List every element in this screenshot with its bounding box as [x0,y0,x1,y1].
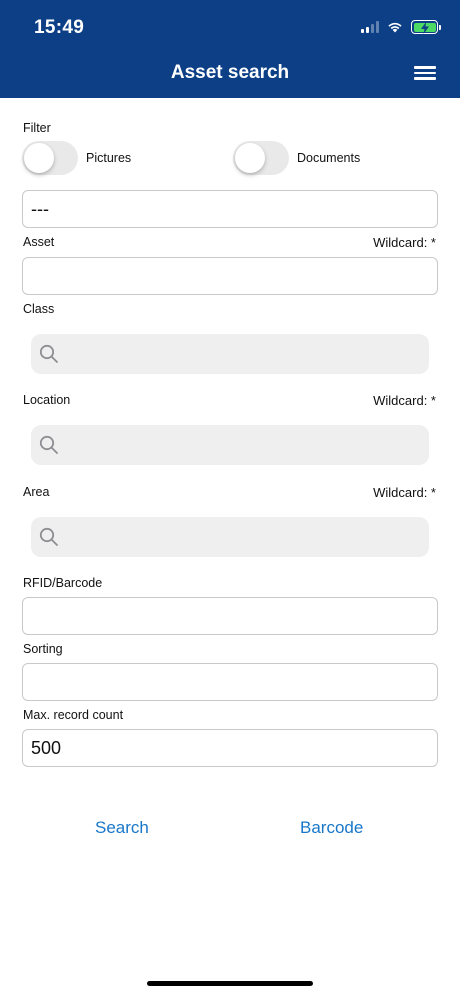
location-search-field[interactable] [31,425,429,465]
menu-icon[interactable] [414,66,436,80]
pictures-label: Pictures [86,151,132,165]
area-wildcard-hint: Wildcard: * [373,485,436,500]
toggle-knob [24,143,54,173]
area-search-field[interactable] [31,517,429,557]
home-indicator [147,981,313,986]
rfid-input[interactable] [22,597,438,635]
class-label: Class [23,302,55,316]
sorting-label: Sorting [23,642,63,656]
max-record-count-label: Max. record count [23,708,124,722]
search-button[interactable]: Search [95,818,149,838]
asset-label: Asset [23,235,55,249]
search-icon [39,527,58,546]
status-time: 15:49 [34,17,85,38]
filter-select[interactable]: --- [22,190,438,228]
cellular-signal-icon [361,21,379,33]
toggle-knob [235,143,265,173]
barcode-button[interactable]: Barcode [300,818,363,838]
max-record-count-input[interactable]: 500 [22,729,438,767]
filter-label: Filter [23,121,51,135]
wifi-icon [388,22,402,33]
location-label: Location [23,393,71,407]
search-icon [39,435,58,454]
pictures-toggle[interactable] [22,141,78,175]
area-label: Area [23,485,50,499]
status-icons [361,20,441,34]
app-header: 15:49 Asset search [0,0,460,98]
location-wildcard-hint: Wildcard: * [373,393,436,408]
rfid-label: RFID/Barcode [23,576,103,590]
asset-input[interactable] [22,257,438,295]
documents-toggle[interactable] [233,141,289,175]
battery-icon [411,20,441,34]
documents-label: Documents [297,151,361,165]
page-title: Asset search [170,62,290,83]
sorting-input[interactable] [22,663,438,701]
search-icon [39,344,58,363]
class-search-field[interactable] [31,334,429,374]
asset-wildcard-hint: Wildcard: * [373,235,436,250]
